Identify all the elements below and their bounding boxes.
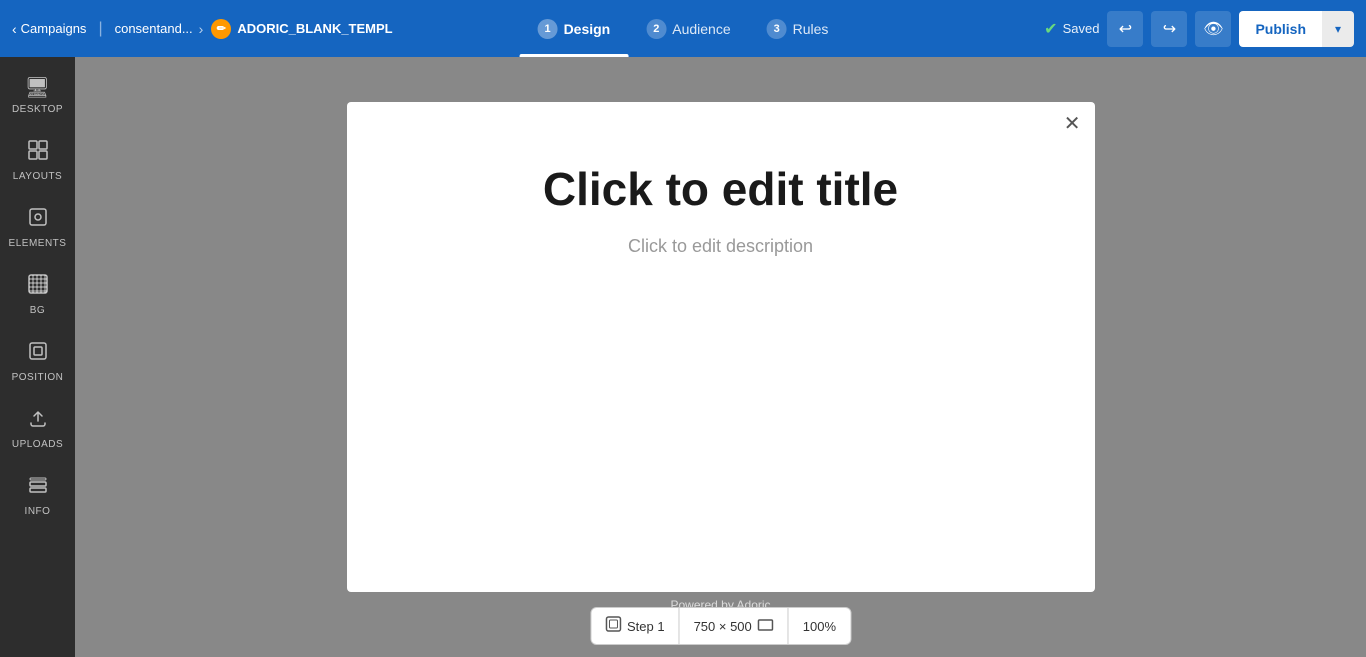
undo-icon: ↩ bbox=[1119, 19, 1132, 39]
tab-design-num: 1 bbox=[538, 19, 558, 39]
sidebar-item-uploads[interactable]: UPLOADS bbox=[4, 397, 72, 460]
tab-rules[interactable]: 3 Rules bbox=[749, 0, 847, 57]
sidebar-desktop-label: DESKTOP bbox=[12, 104, 63, 115]
size-display[interactable]: 750 × 500 bbox=[680, 610, 788, 643]
sidebar-item-position[interactable]: POSITION bbox=[4, 330, 72, 393]
saved-label: Saved bbox=[1063, 21, 1100, 36]
step-selector[interactable]: Step 1 bbox=[591, 608, 679, 644]
tab-audience-label: Audience bbox=[672, 21, 730, 37]
size-icon bbox=[758, 618, 774, 635]
bg-icon bbox=[27, 273, 49, 301]
redo-icon: ↪ bbox=[1163, 19, 1176, 39]
zoom-control[interactable]: 100% bbox=[789, 611, 850, 642]
uploads-icon bbox=[27, 407, 49, 435]
dropdown-chevron-icon: ▾ bbox=[1335, 22, 1341, 36]
tab-rules-label: Rules bbox=[793, 21, 829, 37]
breadcrumb-chevron-icon: › bbox=[199, 21, 204, 37]
sidebar-info-label: INFO bbox=[25, 506, 51, 517]
publish-button-group: Publish ▾ bbox=[1239, 11, 1354, 47]
tab-design[interactable]: 1 Design bbox=[520, 0, 629, 57]
nav-separator-1: | bbox=[98, 20, 102, 38]
sidebar-item-bg[interactable]: BG bbox=[4, 263, 72, 326]
tab-audience-num: 2 bbox=[646, 19, 666, 39]
sidebar-item-info[interactable]: INFO bbox=[4, 464, 72, 527]
breadcrumb-label: consentand... bbox=[115, 21, 193, 36]
desktop-icon: 🖥 bbox=[25, 75, 51, 100]
preview-button[interactable]: 👁 bbox=[1195, 11, 1231, 47]
step-label: Step 1 bbox=[627, 619, 665, 634]
canvas-area: ✕ Click to edit title Click to edit desc… bbox=[75, 57, 1366, 657]
saved-status: ✔ Saved bbox=[1044, 19, 1099, 39]
sidebar-item-desktop[interactable]: 🖥 DESKTOP bbox=[4, 65, 72, 125]
tab-audience[interactable]: 2 Audience bbox=[628, 0, 748, 57]
step-icon bbox=[605, 616, 621, 636]
sidebar-position-label: POSITION bbox=[12, 372, 64, 383]
undo-button[interactable]: ↩ bbox=[1107, 11, 1143, 47]
info-icon bbox=[27, 474, 49, 502]
layouts-icon bbox=[27, 139, 49, 167]
sidebar-uploads-label: UPLOADS bbox=[12, 439, 63, 450]
popup-description[interactable]: Click to edit description bbox=[628, 236, 813, 257]
campaigns-back-button[interactable]: ‹ Campaigns bbox=[12, 21, 86, 37]
bottom-status-bar: Step 1 750 × 500 100% bbox=[590, 607, 851, 645]
popup-content: Click to edit title Click to edit descri… bbox=[347, 102, 1095, 297]
left-sidebar: 🖥 DESKTOP LAYOUTS ELEMENTS bbox=[0, 57, 75, 657]
nav-tabs: 1 Design 2 Audience 3 Rules bbox=[520, 0, 847, 57]
saved-check-icon: ✔ bbox=[1044, 19, 1057, 39]
template-edit-icon: ✏ bbox=[211, 19, 231, 39]
template-info: ✏ ADORIC_BLANK_TEMPL bbox=[211, 19, 392, 39]
eye-icon: 👁 bbox=[1203, 19, 1223, 39]
sidebar-item-layouts[interactable]: LAYOUTS bbox=[4, 129, 72, 192]
breadcrumb-item[interactable]: consentand... › bbox=[115, 21, 204, 37]
publish-dropdown-button[interactable]: ▾ bbox=[1322, 11, 1354, 47]
top-navbar: ‹ Campaigns | consentand... › ✏ ADORIC_B… bbox=[0, 0, 1366, 57]
template-name: ADORIC_BLANK_TEMPL bbox=[237, 21, 392, 36]
popup-close-button[interactable]: ✕ bbox=[1064, 114, 1081, 134]
elements-icon bbox=[27, 206, 49, 234]
nav-right-controls: ✔ Saved ↩ ↪ 👁 Publish ▾ bbox=[1044, 11, 1354, 47]
popup-modal[interactable]: ✕ Click to edit title Click to edit desc… bbox=[347, 102, 1095, 592]
position-icon bbox=[27, 340, 49, 368]
back-chevron-icon: ‹ bbox=[12, 21, 17, 37]
sidebar-layouts-label: LAYOUTS bbox=[13, 171, 62, 182]
size-label: 750 × 500 bbox=[694, 619, 752, 634]
sidebar-bg-label: BG bbox=[30, 305, 45, 316]
tab-rules-num: 3 bbox=[767, 19, 787, 39]
sidebar-item-elements[interactable]: ELEMENTS bbox=[4, 196, 72, 259]
sidebar-elements-label: ELEMENTS bbox=[9, 238, 67, 249]
publish-main-button[interactable]: Publish bbox=[1239, 13, 1322, 45]
campaigns-label[interactable]: Campaigns bbox=[21, 21, 87, 36]
popup-wrapper: ✕ Click to edit title Click to edit desc… bbox=[347, 102, 1095, 612]
main-area: 🖥 DESKTOP LAYOUTS ELEMENTS bbox=[0, 57, 1366, 657]
popup-title[interactable]: Click to edit title bbox=[543, 162, 898, 216]
redo-button[interactable]: ↪ bbox=[1151, 11, 1187, 47]
tab-design-label: Design bbox=[564, 21, 611, 37]
